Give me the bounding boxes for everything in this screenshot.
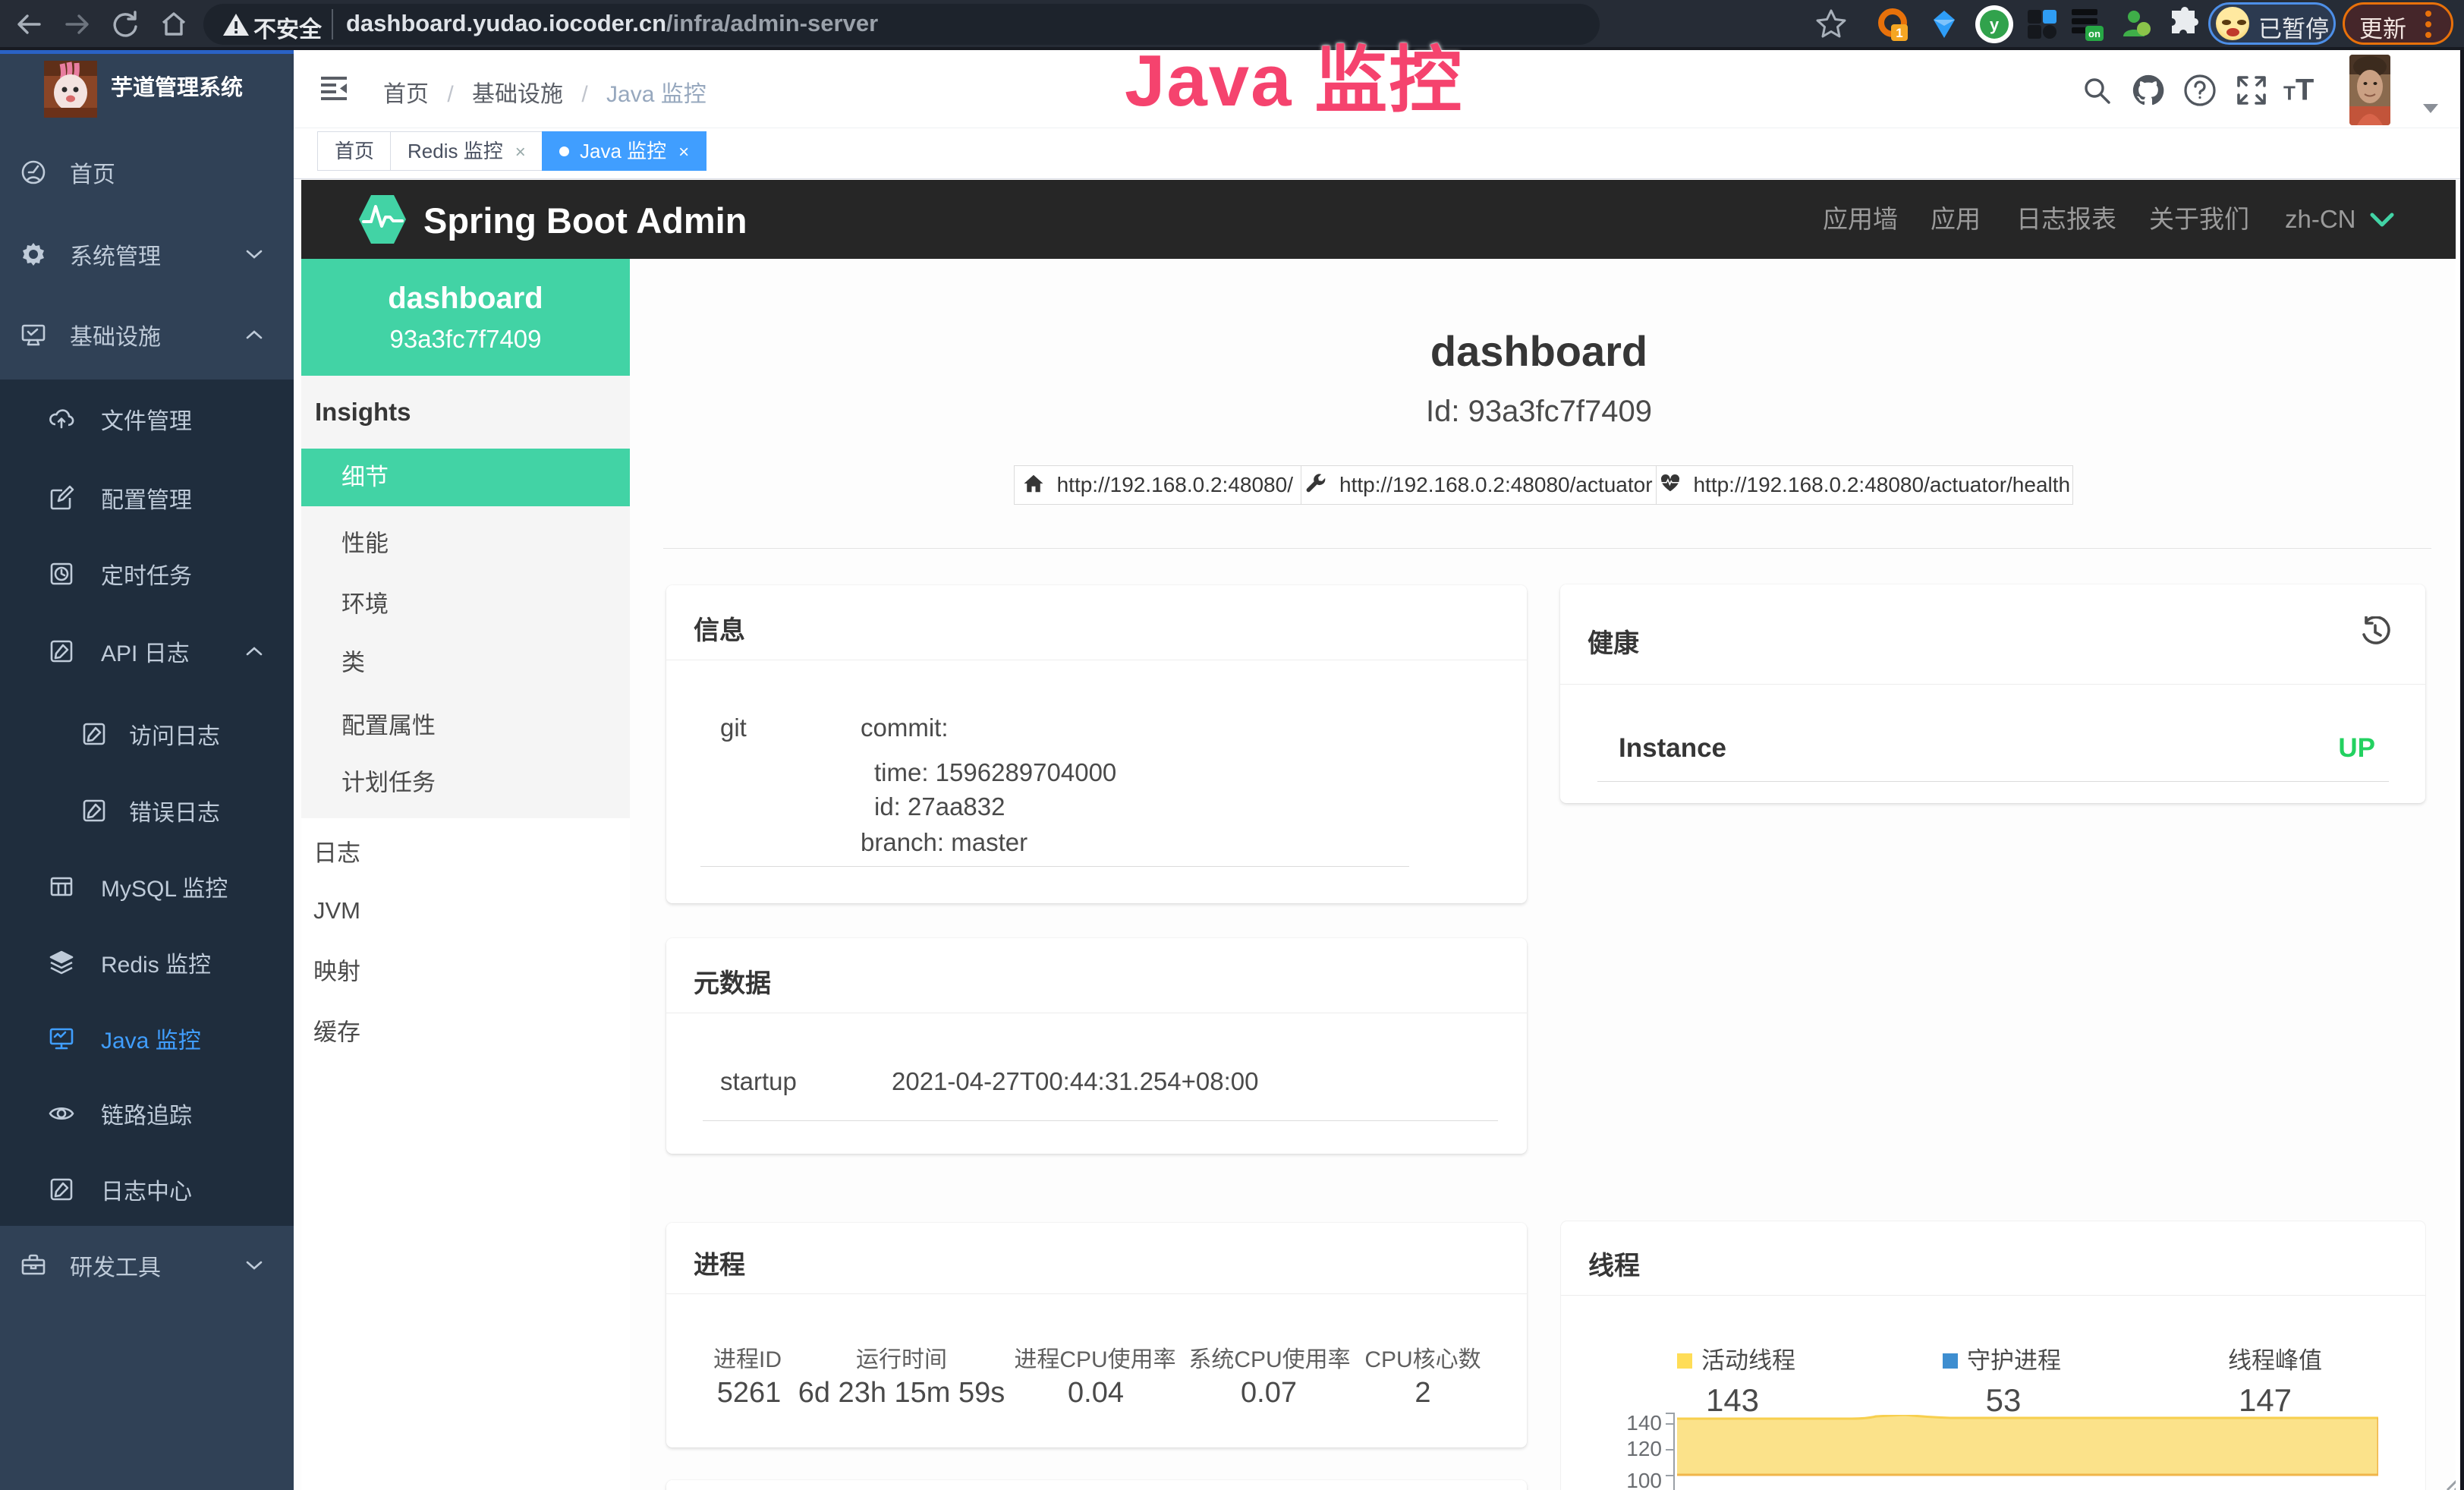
svg-text:y: y [1990,15,2000,34]
svg-text:1: 1 [1896,26,1902,40]
svg-text:on: on [2088,28,2101,39]
